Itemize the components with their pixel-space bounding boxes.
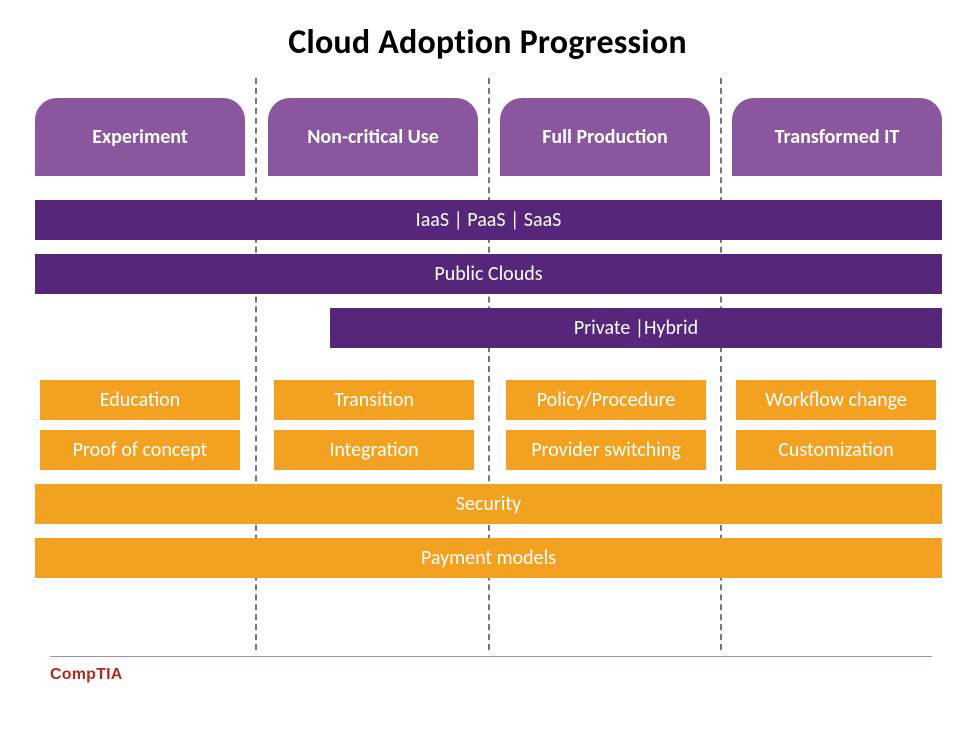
comptia-logo: CompTIA xyxy=(50,666,123,684)
stage-full-production: Full Production xyxy=(500,98,710,176)
bar-security: Security xyxy=(35,484,942,524)
bar-public-clouds: Public Clouds xyxy=(35,254,942,294)
stage-transformed-it: Transformed IT xyxy=(732,98,942,176)
bar-label: Payment models xyxy=(421,546,556,570)
bar-iaas-paas-saas: IaaS | PaaS | SaaS xyxy=(35,200,942,240)
box-provider-switching: Provider switching xyxy=(506,430,706,470)
box-integration: Integration xyxy=(274,430,474,470)
box-label: Education xyxy=(100,388,180,412)
bar-payment-models: Payment models xyxy=(35,538,942,578)
stage-noncritical: Non-critical Use xyxy=(268,98,478,176)
box-transition: Transition xyxy=(274,380,474,420)
box-label: Integration xyxy=(329,438,418,462)
box-education: Education xyxy=(40,380,240,420)
stage-label: Experiment xyxy=(92,125,188,149)
stage-label: Transformed IT xyxy=(775,125,900,149)
box-label: Customization xyxy=(778,438,894,462)
stage-label: Full Production xyxy=(542,125,668,149)
box-policy-procedure: Policy/Procedure xyxy=(506,380,706,420)
bar-label: IaaS | PaaS | SaaS xyxy=(416,208,562,232)
box-label: Provider switching xyxy=(531,438,681,462)
page-title: Cloud Adoption Progression xyxy=(0,22,975,63)
bar-label: Security xyxy=(456,492,521,516)
stage-label: Non-critical Use xyxy=(307,125,439,149)
box-label: Proof of concept xyxy=(73,438,208,462)
box-label: Policy/Procedure xyxy=(537,388,676,412)
footer-divider xyxy=(50,656,932,657)
diagram-canvas: Cloud Adoption Progression Experiment No… xyxy=(0,0,975,731)
bar-private-hybrid: Private |Hybrid xyxy=(330,308,942,348)
stage-experiment: Experiment xyxy=(35,98,245,176)
box-workflow-change: Workflow change xyxy=(736,380,936,420)
box-customization: Customization xyxy=(736,430,936,470)
box-proof-of-concept: Proof of concept xyxy=(40,430,240,470)
box-label: Transition xyxy=(334,388,414,412)
bar-label: Private |Hybrid xyxy=(574,316,698,340)
box-label: Workflow change xyxy=(765,388,907,412)
bar-label: Public Clouds xyxy=(434,262,542,286)
